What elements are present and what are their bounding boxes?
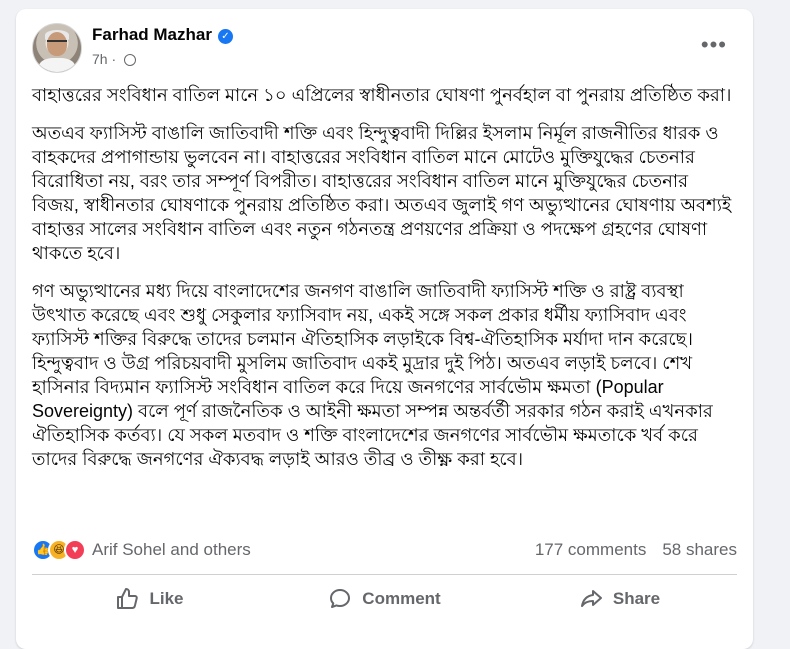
post-paragraph: বাহাত্তরের সংবিধান বাতিল মানে ১০ এপ্রিলে… <box>32 85 732 105</box>
verified-badge-icon: ✓ <box>217 29 233 44</box>
actions-divider <box>32 574 737 575</box>
comment-icon <box>330 589 351 608</box>
like-label: Like <box>149 589 184 608</box>
reaction-names[interactable]: Arif Sohel and others <box>92 540 251 560</box>
avatar-glasses <box>47 40 67 47</box>
shares-count[interactable]: 58 shares <box>662 540 737 559</box>
post-paragraph: গণ অভ্যুত্থানের মধ্য দিয়ে বাংলাদেশের জন… <box>32 281 713 469</box>
comment-button[interactable]: Comment <box>267 579 502 619</box>
like-icon <box>117 588 139 609</box>
avatar-body <box>39 58 75 72</box>
author-name[interactable]: Farhad Mazhar <box>92 25 212 44</box>
like-button[interactable]: Like <box>32 579 267 619</box>
love-reaction-icon: ♥ <box>64 539 86 561</box>
post-paragraph: অতএব ফ্যাসিস্ট বাঙালি জাতিবাদী শক্তি এবং… <box>32 123 732 263</box>
engagement-counts: 177 comments 58 shares <box>535 540 737 560</box>
action-bar: Like Comment Share <box>32 579 737 619</box>
comment-label: Comment <box>362 589 441 608</box>
post-header: Farhad Mazhar ✓ 7h · ••• <box>32 23 737 75</box>
reactions-summary: 👍 😆 ♥ Arif Sohel and others 177 comments… <box>32 537 737 563</box>
globe-icon <box>124 54 137 66</box>
post-meta: 7h · <box>92 51 137 67</box>
more-options-button[interactable]: ••• <box>701 34 727 56</box>
meta-separator: · <box>111 51 121 67</box>
author-avatar[interactable] <box>32 23 82 73</box>
post-text: বাহাত্তরের সংবিধান বাতিল মানে ১০ এপ্রিলে… <box>32 83 737 485</box>
share-label: Share <box>612 589 661 608</box>
share-button[interactable]: Share <box>502 579 737 619</box>
share-icon <box>580 590 602 607</box>
post-card: Farhad Mazhar ✓ 7h · ••• বাহাত্তরের সংবিধ… <box>16 9 753 649</box>
post-time[interactable]: 7h <box>92 51 108 67</box>
author-name-row: Farhad Mazhar ✓ <box>92 25 233 45</box>
comments-count[interactable]: 177 comments <box>535 540 647 559</box>
